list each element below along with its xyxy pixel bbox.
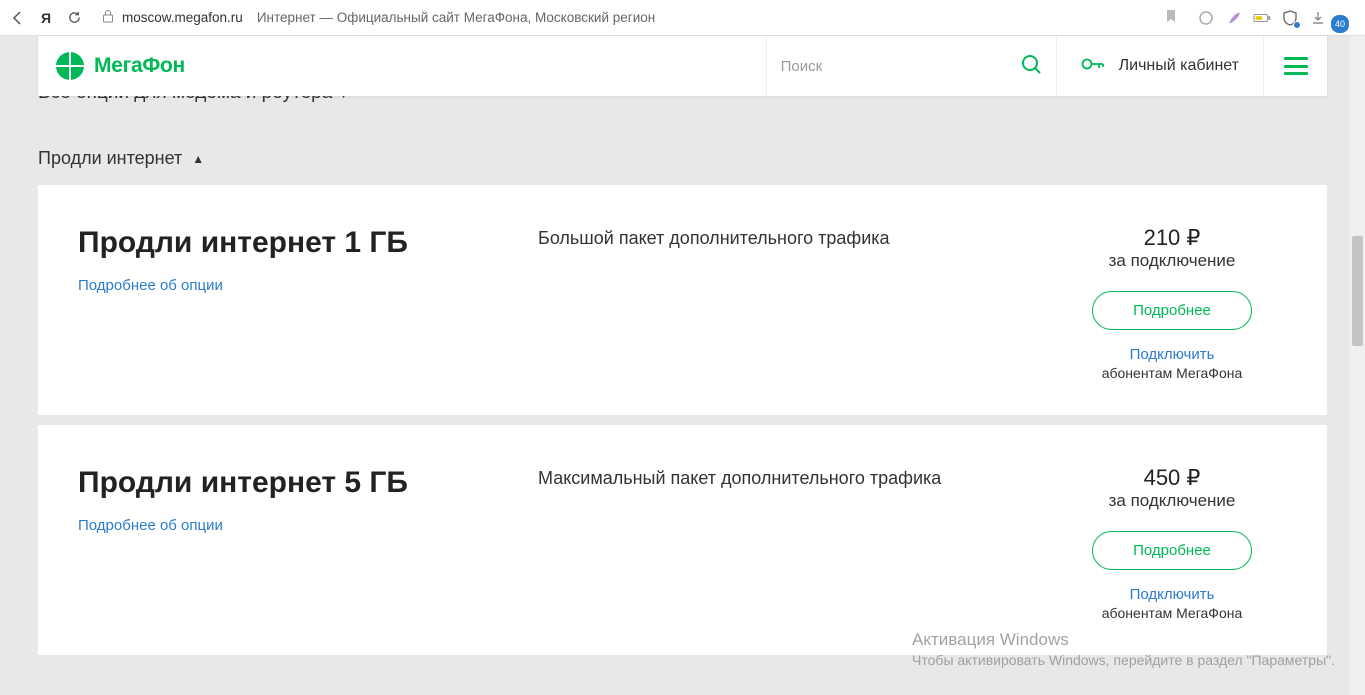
connect-link[interactable]: Подключить bbox=[1057, 346, 1287, 363]
details-button[interactable]: Подробнее bbox=[1092, 531, 1252, 570]
key-icon bbox=[1081, 56, 1105, 77]
plan-price-sub: за подключение bbox=[1057, 251, 1287, 271]
plan-card: Продли интернет 1 ГБ Подробнее об опции … bbox=[38, 185, 1327, 415]
reload-icon[interactable] bbox=[66, 10, 82, 26]
logo-text: МегаФон bbox=[94, 54, 185, 78]
plan-price: 210 ₽ bbox=[1057, 225, 1287, 251]
url-domain: moscow.megafon.ru bbox=[122, 10, 243, 25]
connect-link[interactable]: Подключить bbox=[1057, 586, 1287, 603]
scrollbar[interactable] bbox=[1350, 36, 1365, 695]
lock-icon bbox=[102, 9, 114, 26]
plan-card: Продли интернет 5 ГБ Подробнее об опции … bbox=[38, 425, 1327, 655]
shield-icon[interactable] bbox=[1281, 9, 1299, 27]
page-title: Интернет — Официальный сайт МегаФона, Мо… bbox=[257, 10, 655, 25]
section-prodli-internet[interactable]: Продли интернет ▲ bbox=[38, 110, 1327, 185]
plan-title: Продли интернет 5 ГБ bbox=[78, 465, 538, 501]
plan-description: Максимальный пакет дополнительного трафи… bbox=[538, 465, 1027, 492]
browser-toolbar: Я moscow.megafon.ru Интернет — Официальн… bbox=[0, 0, 1365, 36]
feather-icon[interactable] bbox=[1225, 9, 1243, 27]
subscriber-note: абонентам МегаФона bbox=[1057, 365, 1287, 381]
search-icon[interactable] bbox=[1020, 53, 1042, 80]
site-header: МегаФон Личный кабинет bbox=[38, 36, 1327, 96]
plan-details-link[interactable]: Подробнее об опции bbox=[78, 517, 223, 534]
bookmark-icon[interactable] bbox=[1165, 9, 1177, 26]
logo-icon bbox=[56, 52, 84, 80]
plan-price: 450 ₽ bbox=[1057, 465, 1287, 491]
yandex-icon[interactable]: Я bbox=[38, 10, 54, 26]
search-input[interactable] bbox=[781, 58, 1020, 75]
extension-circle-icon[interactable] bbox=[1197, 9, 1215, 27]
plan-title: Продли интернет 1 ГБ bbox=[78, 225, 538, 261]
account-link[interactable]: Личный кабинет bbox=[1056, 36, 1263, 96]
plan-details-link[interactable]: Подробнее об опции bbox=[78, 277, 223, 294]
battery-icon[interactable] bbox=[1253, 9, 1271, 27]
search-box[interactable] bbox=[766, 36, 1056, 96]
subscriber-note: абонентам МегаФона bbox=[1057, 605, 1287, 621]
plan-description: Большой пакет дополнительного трафика bbox=[538, 225, 1027, 252]
logo[interactable]: МегаФон bbox=[38, 36, 207, 96]
download-count-badge: 40 bbox=[1331, 15, 1349, 33]
hamburger-icon bbox=[1284, 57, 1308, 75]
chevron-up-icon: ▲ bbox=[192, 152, 204, 166]
plan-price-sub: за подключение bbox=[1057, 491, 1287, 511]
section-prodli-label: Продли интернет bbox=[38, 148, 182, 169]
address-bar[interactable]: moscow.megafon.ru Интернет — Официальный… bbox=[94, 6, 1185, 29]
account-label: Личный кабинет bbox=[1119, 57, 1239, 75]
browser-right-icons: 40 bbox=[1197, 9, 1355, 27]
back-icon[interactable] bbox=[10, 10, 26, 26]
details-button[interactable]: Подробнее bbox=[1092, 291, 1252, 330]
scrollbar-thumb[interactable] bbox=[1352, 236, 1363, 346]
menu-button[interactable] bbox=[1263, 36, 1327, 96]
download-icon[interactable] bbox=[1309, 9, 1327, 27]
